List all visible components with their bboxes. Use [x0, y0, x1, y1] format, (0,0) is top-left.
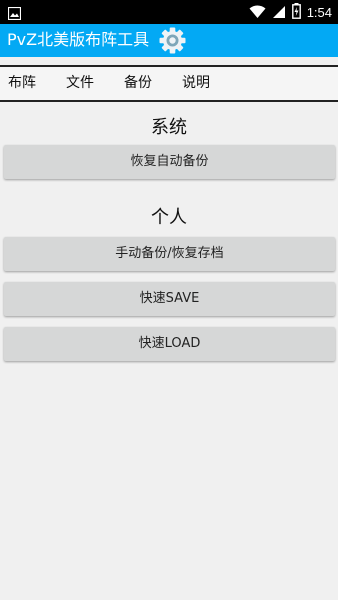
signal-icon [272, 4, 286, 23]
tab-file[interactable]: 文件 [66, 74, 94, 92]
manual-backup-restore-button[interactable]: 手动备份/恢复存档 [4, 237, 335, 271]
section-title-personal: 个人 [151, 207, 187, 228]
tab-backup[interactable]: 备份 [124, 74, 152, 92]
battery-charging-icon [291, 3, 301, 23]
tab-bar: 布阵 文件 备份 说明 [0, 65, 338, 102]
quick-load-button[interactable]: 快速LOAD [4, 327, 335, 361]
section-title-system: 系统 [151, 117, 187, 138]
quick-save-button[interactable]: 快速SAVE [4, 282, 335, 316]
status-time: 1:54 [306, 5, 332, 20]
status-bar: 1:54 [0, 0, 338, 24]
app-title: PvZ北美版布阵工具 [7, 30, 150, 49]
image-icon [7, 5, 22, 24]
tab-help[interactable]: 说明 [182, 74, 210, 92]
restore-auto-backup-button[interactable]: 恢复自动备份 [4, 145, 335, 179]
app-bar: PvZ北美版布阵工具 [0, 24, 338, 57]
gear-icon[interactable] [158, 26, 187, 55]
tab-layout[interactable]: 布阵 [8, 74, 36, 92]
wifi-icon [249, 4, 266, 23]
spacer [0, 57, 338, 65]
